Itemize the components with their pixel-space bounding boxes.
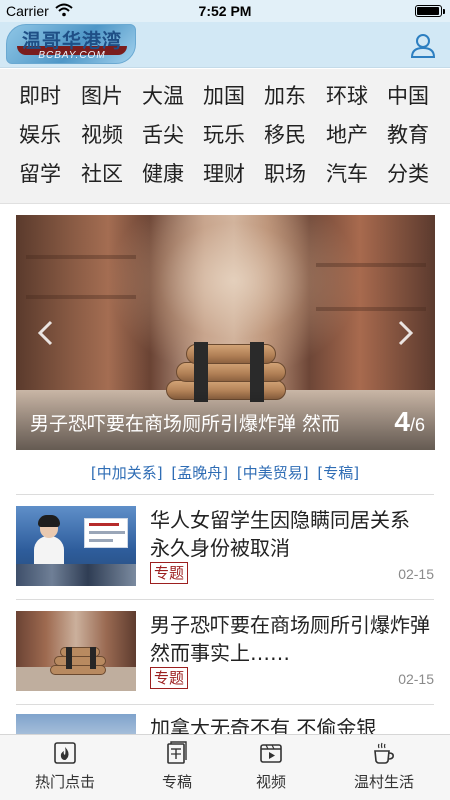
tab-label: 热门点击 xyxy=(34,773,95,791)
divider xyxy=(16,494,434,495)
category-link[interactable]: 舌尖 xyxy=(133,120,193,150)
category-link[interactable]: 中国 xyxy=(378,81,438,111)
category-link[interactable]: 图片 xyxy=(72,81,132,111)
clock: 7:52 PM xyxy=(198,3,252,19)
news-date: 02-15 xyxy=(398,566,434,582)
category-link[interactable]: 加国 xyxy=(194,81,254,111)
shelf-line xyxy=(316,307,426,311)
coffee-cup-icon xyxy=(374,742,394,764)
news-list-item[interactable]: 加拿大无奇不有 不偷金银 xyxy=(0,704,450,734)
featured-carousel[interactable]: 男子恐吓要在商场厕所引爆炸弹 然而 4/6 xyxy=(16,215,435,450)
news-title[interactable]: 华人女留学生因隐瞒同居关系 永久身份被取消 xyxy=(150,506,430,562)
tag-link[interactable]: [专稿] xyxy=(317,462,359,483)
tab-video[interactable]: 视频 xyxy=(215,735,327,800)
category-link[interactable]: 玩乐 xyxy=(194,120,254,150)
tag-link[interactable]: [中加关系] xyxy=(91,462,163,483)
news-thumbnail xyxy=(16,714,136,734)
category-link[interactable]: 社区 xyxy=(72,159,132,189)
status-bar: Carrier 7:52 PM xyxy=(0,0,450,22)
video-icon xyxy=(260,744,282,763)
site-logo[interactable]: 温哥华港湾 BCBAY.COM xyxy=(6,24,136,64)
category-link[interactable]: 教育 xyxy=(378,120,438,150)
category-link[interactable]: 视频 xyxy=(72,120,132,150)
battery-icon xyxy=(415,5,445,17)
news-list-item[interactable]: 华人女留学生因隐瞒同居关系 永久身份被取消 专题 02-15 xyxy=(0,496,450,596)
chevron-right-icon[interactable] xyxy=(393,318,417,348)
shelf-line xyxy=(316,263,426,267)
user-profile-icon[interactable] xyxy=(410,32,436,58)
logo-text-en: BCBAY.COM xyxy=(38,50,106,61)
category-link[interactable]: 加东 xyxy=(255,81,315,111)
news-title[interactable]: 加拿大无奇不有 不偷金银 xyxy=(150,714,430,734)
news-title[interactable]: 男子恐吓要在商场厕所引爆炸弹 然而事实上…… xyxy=(150,611,430,667)
carousel-current-index: 4 xyxy=(394,406,410,437)
topic-tags: [中加关系] [孟晚舟] [中美贸易] [专稿] xyxy=(0,462,450,483)
news-thumbnail xyxy=(16,506,136,586)
flame-icon xyxy=(54,742,76,764)
tab-label: 温村生活 xyxy=(353,773,414,791)
news-thumbnail xyxy=(16,611,136,691)
news-date: 02-15 xyxy=(398,671,434,687)
app-header: 温哥华港湾 BCBAY.COM xyxy=(0,22,450,68)
category-link[interactable]: 即时 xyxy=(10,81,70,111)
category-link[interactable]: 移民 xyxy=(255,120,315,150)
carousel-counter: 4/6 xyxy=(394,406,425,438)
shelf-line xyxy=(26,295,136,299)
tag-link[interactable]: [中美贸易] xyxy=(237,462,309,483)
news-list-item[interactable]: 男子恐吓要在商场厕所引爆炸弹 然而事实上…… 专题 02-15 xyxy=(0,601,450,701)
logo-badge: 温哥华港湾 BCBAY.COM xyxy=(6,24,136,64)
category-link[interactable]: 环球 xyxy=(317,81,377,111)
logo-text-cn: 温哥华港湾 xyxy=(21,30,122,52)
category-link[interactable]: 娱乐 xyxy=(10,120,70,150)
category-link[interactable]: 分类 xyxy=(378,159,438,189)
topic-badge: 专题 xyxy=(150,667,189,689)
carousel-title[interactable]: 男子恐吓要在商场厕所引爆炸弹 然而 xyxy=(30,409,360,436)
shelf-line xyxy=(26,255,136,259)
category-link[interactable]: 健康 xyxy=(133,159,193,189)
category-link[interactable]: 职场 xyxy=(255,159,315,189)
category-link[interactable]: 地产 xyxy=(317,120,377,150)
divider xyxy=(16,599,434,600)
bottom-tab-bar: 热门点击 专稿 视频 温村生活 xyxy=(0,734,450,800)
chevron-left-icon[interactable] xyxy=(34,318,58,348)
tab-city-life[interactable]: 温村生活 xyxy=(328,735,440,800)
tag-link[interactable]: [孟晚舟] xyxy=(171,462,228,483)
carousel-total-count: 6 xyxy=(414,415,425,435)
topic-badge: 专题 xyxy=(150,562,189,584)
tab-label: 视频 xyxy=(255,773,286,791)
tab-hot-clicks[interactable]: 热门点击 xyxy=(9,735,121,800)
article-icon xyxy=(167,741,187,764)
battery-level xyxy=(417,7,439,15)
category-grid: 即时 图片 大温 加国 加东 环球 中国娱乐 视频 舌尖 玩乐 移民 地产 教育留学 社区 健康 理财 职场 汽车… xyxy=(0,69,450,204)
category-link[interactable]: 理财 xyxy=(194,159,254,189)
category-link[interactable]: 留学 xyxy=(10,159,70,189)
category-link[interactable]: 大温 xyxy=(133,81,193,111)
category-link[interactable]: 汽车 xyxy=(317,159,377,189)
